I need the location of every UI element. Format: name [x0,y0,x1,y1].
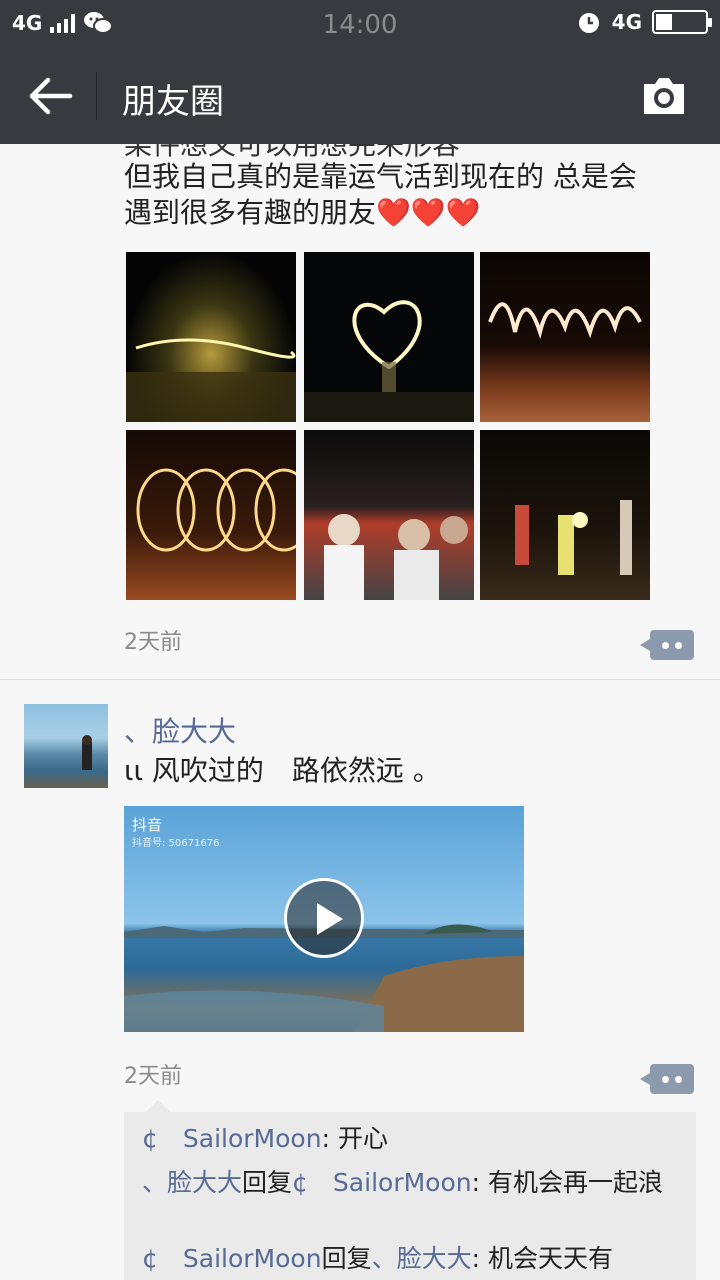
comment-menu-button[interactable] [640,1064,694,1094]
comment-menu-button[interactable] [640,630,694,660]
username[interactable]: 、脸大大 [124,710,236,750]
network-label-right: 4G [611,10,642,34]
comment-author[interactable]: 、脸大大 [142,1168,242,1197]
comment-item[interactable]: 、脸大大回复¢ SailorMoon: 有机会再一起浪 [142,1166,686,1200]
comment-author[interactable]: ¢ SailorMoon [142,1244,322,1273]
post-timestamp: 2天前 [124,1064,182,1089]
post-text-line: 但我自己真的是靠运气活到现在的 总是会 [124,160,637,193]
alarm-icon [578,13,599,33]
divider [96,72,97,120]
comment-reply-to[interactable]: 、脸大大 [372,1244,472,1273]
comments-section: ¢ SailorMoon: 开心 、脸大大回复¢ SailorMoon: 有机会… [124,1100,696,1280]
page-title: 朋友圈 [122,82,224,122]
comment-text: 开心 [337,1124,388,1153]
photo-thumbnail[interactable] [304,252,474,422]
photo-thumbnail[interactable] [480,430,650,600]
photo-thumbnail[interactable] [304,430,474,600]
video-watermark: 抖音 [132,816,163,834]
moments-feed[interactable]: 某件想义可以用想完来形容 但我自己真的是靠运气活到现在的 总是会 遇到很多有趣的… [0,144,720,1280]
post-text: ιι 风吹过的 路依然远 。 [124,754,441,787]
video-thumbnail[interactable]: 抖音 抖音号: 50671676 [124,806,524,1032]
post-divider [0,679,720,680]
battery-icon [652,10,712,34]
comment-item[interactable]: ¢ SailorMoon回复、脸大大: 机会天天有 [142,1242,686,1276]
status-bar: 4G 14:00 4G [0,0,720,48]
avatar[interactable] [24,704,108,788]
play-button[interactable] [284,878,364,958]
app-bar: 朋友圈 [0,48,720,144]
video-id: 抖音号: 50671676 [132,838,220,849]
post-text-line: 遇到很多有趣的朋友❤️❤️❤️ [124,196,481,229]
photo-thumbnail[interactable] [126,430,296,600]
back-arrow-icon[interactable] [26,74,74,118]
comment-text: 有机会再一起浪 [487,1168,663,1197]
comment-text: 机会天天有 [487,1244,613,1273]
comment-item[interactable]: ¢ SailorMoon: 开心 [142,1122,686,1156]
comment-author[interactable]: ¢ SailorMoon [142,1124,322,1153]
camera-icon[interactable] [640,76,688,116]
post-timestamp: 2天前 [124,630,182,655]
photo-thumbnail[interactable] [480,252,650,422]
comment-reply-to[interactable]: ¢ SailorMoon [292,1168,472,1197]
photo-thumbnail[interactable] [126,252,296,422]
